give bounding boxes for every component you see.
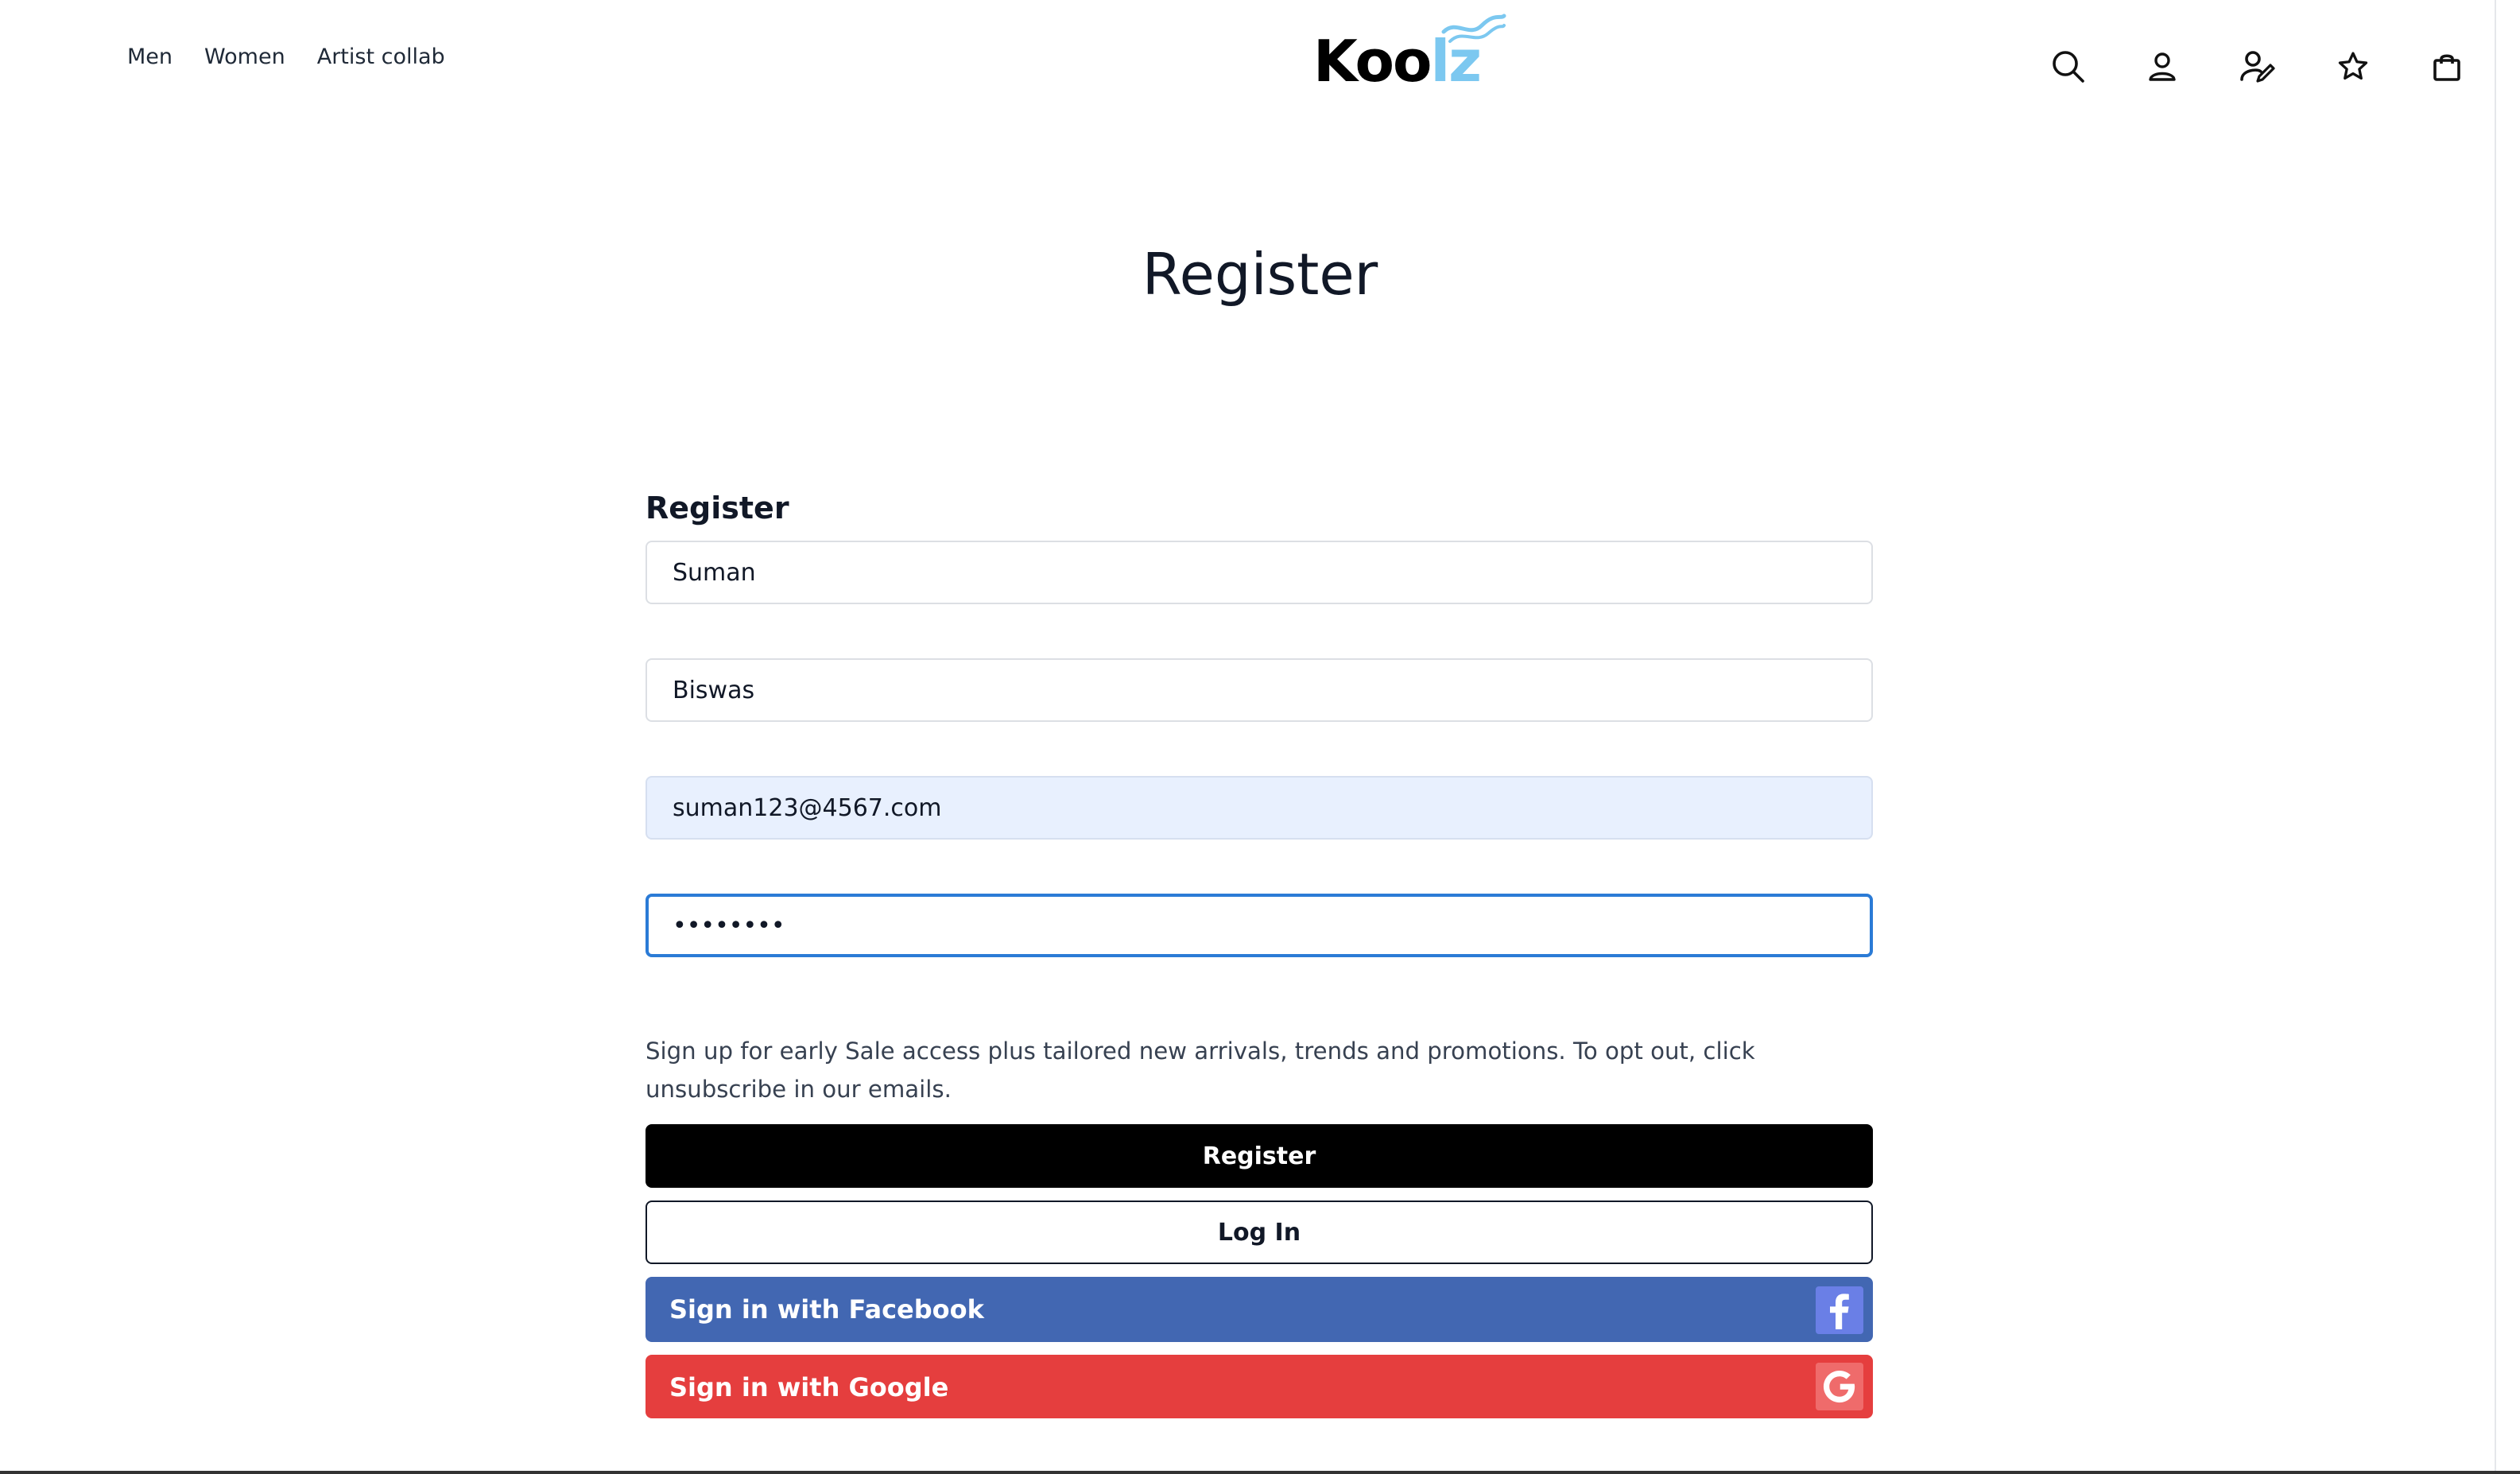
user-edit-icon[interactable] xyxy=(2237,46,2278,87)
star-icon[interactable] xyxy=(2332,46,2374,87)
logo[interactable]: Koolz xyxy=(1313,13,1510,108)
nav-item-men[interactable]: Men xyxy=(127,45,173,70)
login-button[interactable]: Log In xyxy=(646,1201,1873,1264)
google-icon xyxy=(1816,1363,1863,1410)
bottom-divider xyxy=(0,1471,2520,1474)
scrollbar-edge xyxy=(2495,0,2496,1471)
google-signin-button[interactable]: Sign in with Google xyxy=(646,1355,1873,1418)
consent-text: Sign up for early Sale access plus tailo… xyxy=(646,1038,1755,1104)
google-signin-label: Sign in with Google xyxy=(669,1371,949,1402)
search-icon[interactable] xyxy=(2048,46,2089,87)
page: Men Women Artist collab Koolz Register R… xyxy=(0,0,2520,1474)
main-nav: Men Women Artist collab xyxy=(127,45,445,70)
password-field[interactable] xyxy=(646,894,1873,957)
facebook-signin-button[interactable]: Sign in with Facebook xyxy=(646,1277,1873,1342)
form-label: Register xyxy=(646,491,789,526)
register-form: Register Sign up for early Sale access p… xyxy=(646,488,1873,1418)
facebook-signin-label: Sign in with Facebook xyxy=(669,1294,984,1325)
header-actions xyxy=(2048,46,2468,87)
user-icon[interactable] xyxy=(2142,46,2183,87)
logo-wave-icon xyxy=(1441,14,1506,43)
facebook-icon xyxy=(1816,1286,1863,1333)
last-name-field[interactable] xyxy=(646,658,1873,722)
register-button[interactable]: Register xyxy=(646,1124,1873,1188)
email-field[interactable] xyxy=(646,776,1873,840)
page-title: Register xyxy=(1142,243,1378,308)
first-name-field[interactable] xyxy=(646,541,1873,604)
logo-text-part1: Koo xyxy=(1313,30,1432,95)
nav-item-artist-collab[interactable]: Artist collab xyxy=(317,45,445,70)
shopping-bag-icon[interactable] xyxy=(2426,46,2468,87)
nav-item-women[interactable]: Women xyxy=(204,45,285,70)
